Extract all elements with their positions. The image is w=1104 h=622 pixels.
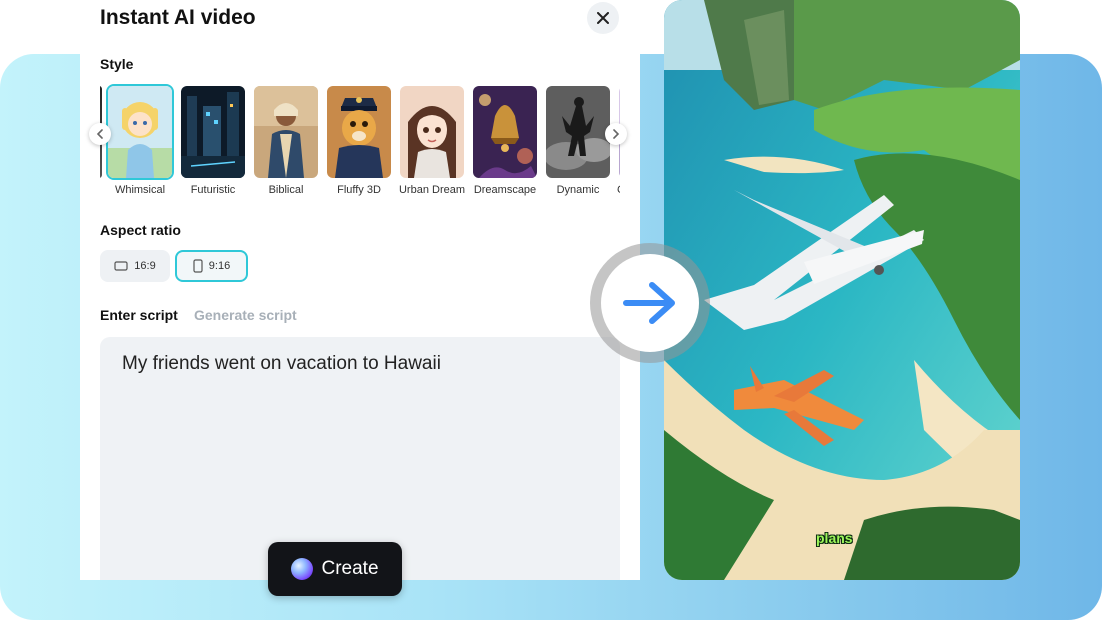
style-option-label: C — [617, 184, 620, 196]
style-thumbnail — [179, 84, 247, 180]
aspect-ratio-label: Aspect ratio — [100, 222, 181, 238]
aspect-option-label: 9:16 — [208, 260, 231, 272]
create-button-label: Create — [321, 558, 379, 579]
close-button[interactable] — [587, 2, 619, 34]
carousel-prev-button[interactable] — [89, 123, 111, 145]
transform-arrow — [590, 243, 710, 363]
preview-image — [664, 0, 1020, 580]
chevron-right-icon — [613, 129, 620, 139]
aspect-option-16-9[interactable]: 16:9 — [100, 250, 170, 282]
style-label: Style — [100, 56, 134, 72]
chevron-left-icon — [96, 129, 103, 139]
style-thumbnail — [252, 84, 320, 180]
create-button[interactable]: Create — [268, 542, 402, 596]
style-option-dreamscape[interactable]: Dreamscape — [471, 84, 539, 196]
style-option-label: Dynamic — [556, 184, 600, 196]
carousel-next-button[interactable] — [605, 123, 627, 145]
close-icon — [597, 12, 609, 24]
style-option-label: Fluffy 3D — [337, 184, 381, 196]
style-thumbnail — [544, 84, 612, 180]
video-preview — [664, 0, 1020, 580]
style-option-label: Futuristic — [190, 184, 236, 196]
style-option-label: Biblical — [268, 184, 304, 196]
style-option-label: Dreamscape — [473, 184, 537, 196]
preview-caption: plans — [816, 530, 853, 546]
style-carousel: Whimsical Futuristic Biblical Fluffy 3D … — [100, 84, 620, 204]
style-thumbnail — [106, 84, 174, 180]
arrow-circle — [601, 254, 699, 352]
style-option-dynamic[interactable]: Dynamic — [544, 84, 612, 196]
style-option-biblical[interactable]: Biblical — [252, 84, 320, 196]
style-option-label: Urban Dream — [398, 184, 466, 196]
style-option-label: Whimsical — [114, 184, 166, 196]
instant-video-dialog: Instant AI video Style Whimsical Futuris… — [80, 0, 640, 580]
style-option-fluffy-3d[interactable]: Fluffy 3D — [325, 84, 393, 196]
script-text: My friends went on vacation to Hawaii — [122, 353, 441, 374]
style-option-whimsical[interactable]: Whimsical — [106, 84, 174, 196]
aspect-option-9-16[interactable]: 9:16 — [175, 250, 248, 282]
style-option-futuristic[interactable]: Futuristic — [179, 84, 247, 196]
portrait-icon — [193, 259, 203, 273]
tab-generate-script[interactable]: Generate script — [194, 307, 297, 323]
style-thumbnail — [325, 84, 393, 180]
sparkle-orb-icon — [291, 558, 314, 580]
landscape-icon — [114, 261, 128, 271]
style-thumbnail — [471, 84, 539, 180]
style-thumbnail — [398, 84, 466, 180]
aspect-option-label: 16:9 — [134, 260, 156, 272]
style-option-urban-dream[interactable]: Urban Dream — [398, 84, 466, 196]
tab-enter-script[interactable]: Enter script — [100, 307, 178, 323]
arrow-right-icon — [623, 282, 675, 324]
dialog-title: Instant AI video — [100, 6, 256, 29]
